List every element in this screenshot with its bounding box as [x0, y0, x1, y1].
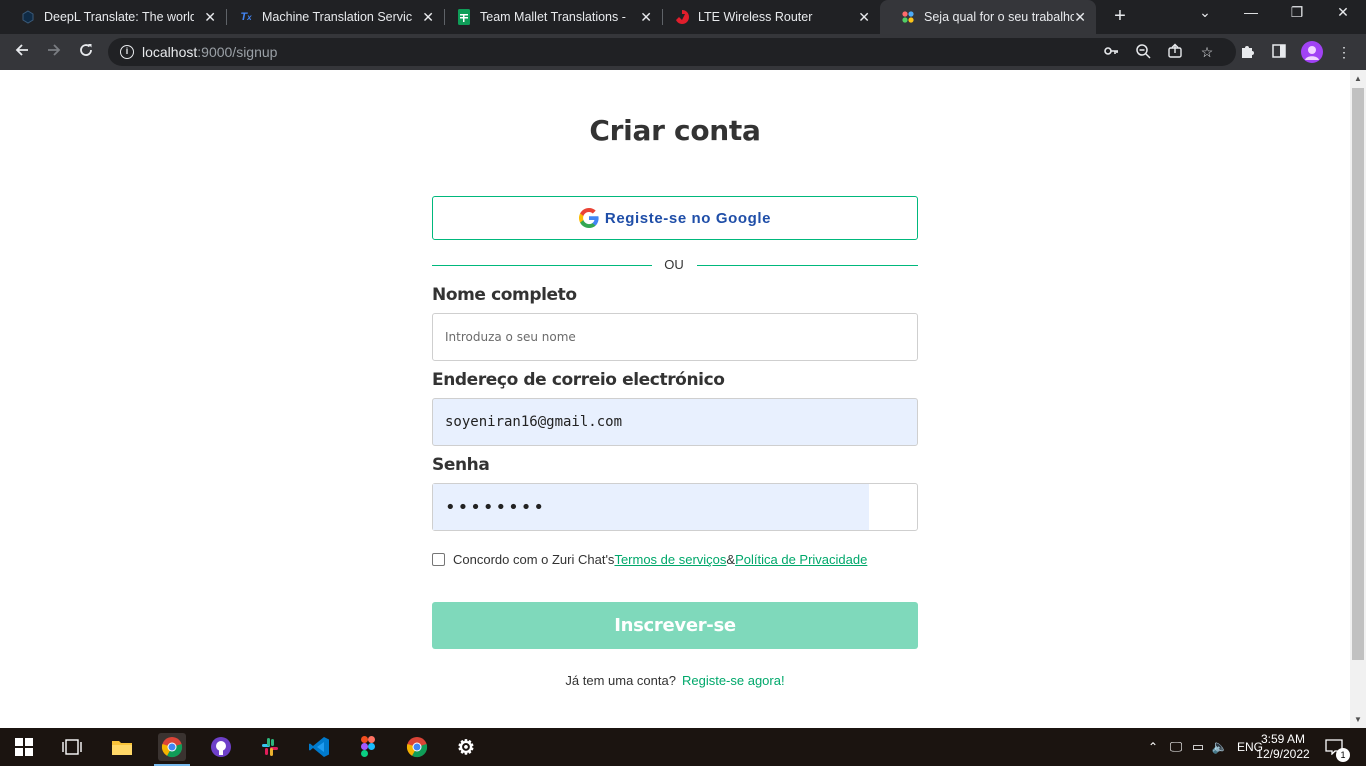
page-scrollbar[interactable]: ▲ ▼: [1350, 70, 1366, 728]
email-label: Endereço de correio electrónico: [432, 370, 725, 390]
windows-taskbar: ⚙ ⌃ 🖵 ▭ 🔈 ENG 3:59 AM 12/9/2022 1: [0, 728, 1366, 766]
terms-checkbox[interactable]: [432, 553, 445, 566]
address-bar[interactable]: i localhost:9000/signup: [108, 38, 1236, 66]
scroll-up-arrow-icon[interactable]: ▲: [1354, 74, 1362, 83]
clock-time: 3:59 AM: [1260, 732, 1306, 746]
tab-title: Team Mallet Translations - Go: [480, 10, 630, 24]
notification-icon[interactable]: 1: [1322, 728, 1350, 766]
tab-search-icon[interactable]: ⌄: [1193, 4, 1217, 21]
close-window-button[interactable]: ✕: [1331, 4, 1355, 21]
login-prompt: Já tem uma conta? Registe-se agora!: [0, 673, 1350, 688]
terms-ampersand: &: [726, 552, 736, 567]
or-separator: OU: [664, 257, 684, 272]
email-input[interactable]: [433, 399, 917, 445]
password-input[interactable]: [433, 484, 917, 530]
signup-submit-button[interactable]: Inscrever-se: [432, 602, 918, 649]
translate-icon: Tx: [240, 11, 252, 23]
profile-avatar[interactable]: [1301, 41, 1323, 63]
forward-arrow-icon[interactable]: [43, 41, 65, 63]
tray-overflow-icon[interactable]: ⌃: [1145, 740, 1161, 754]
new-tab-button[interactable]: +: [1110, 6, 1130, 26]
divider-left: [432, 265, 652, 266]
task-view-icon[interactable]: [58, 733, 86, 761]
minimize-button[interactable]: —: [1239, 4, 1263, 20]
zoom-out-icon[interactable]: [1134, 43, 1152, 61]
sheets-icon: [456, 9, 472, 25]
share-icon[interactable]: [1166, 43, 1184, 61]
url-text: localhost:9000/signup: [142, 44, 278, 60]
extensions-puzzle-icon[interactable]: [1238, 43, 1256, 61]
google-signup-button[interactable]: Registe-se no Google: [432, 196, 918, 240]
network-icon[interactable]: 🖵: [1165, 739, 1187, 755]
google-button-label: Registe-se no Google: [604, 209, 772, 227]
back-arrow-icon[interactable]: [11, 41, 33, 63]
close-tab-icon[interactable]: ✕: [858, 9, 870, 26]
reload-icon[interactable]: [75, 41, 97, 63]
github-desktop-icon[interactable]: [207, 733, 235, 761]
bookmark-star-icon[interactable]: ☆: [1198, 43, 1216, 61]
chrome-profile-icon[interactable]: [403, 733, 431, 761]
tab-zuri-active[interactable]: Seja qual for o seu trabalho, f ✕: [880, 0, 1096, 34]
zuri-icon: [900, 9, 916, 25]
slack-icon[interactable]: [256, 733, 284, 761]
tab-title: Seja qual for o seu trabalho, f: [924, 10, 1074, 24]
terms-text: Concordo com o Zuri Chat's: [453, 552, 615, 567]
battery-icon[interactable]: ▭: [1187, 739, 1209, 755]
file-explorer-icon[interactable]: [108, 733, 136, 761]
signup-page: Criar conta Registe-se no Google OU Nome…: [0, 70, 1350, 728]
terms-row: Concordo com o Zuri Chat's Termos de ser…: [432, 552, 867, 567]
password-label: Senha: [432, 455, 490, 475]
name-field[interactable]: [432, 313, 918, 361]
chrome-icon[interactable]: [154, 733, 190, 766]
restore-button[interactable]: ❐: [1285, 4, 1309, 21]
google-logo-icon: [578, 208, 599, 228]
tab-team-mallet[interactable]: Team Mallet Translations - Go ✕: [436, 0, 662, 34]
notification-badge: 1: [1336, 748, 1350, 762]
password-field[interactable]: [432, 483, 918, 531]
system-tray: ⌃ 🖵 ▭ 🔈 ENG: [1145, 728, 1265, 766]
name-label: Nome completo: [432, 285, 577, 305]
browser-toolbar: i localhost:9000/signup ☆ ⋮: [0, 34, 1366, 70]
divider-right: [697, 265, 918, 266]
scroll-down-arrow-icon[interactable]: ▼: [1354, 715, 1362, 724]
email-field[interactable]: [432, 398, 918, 446]
side-panel-icon[interactable]: [1270, 43, 1288, 61]
have-account-text: Já tem uma conta?: [565, 673, 676, 688]
tab-title: DeepL Translate: The world's: [44, 10, 194, 24]
terms-of-service-link[interactable]: Termos de serviços: [614, 552, 726, 567]
clock-date: 12/9/2022: [1256, 747, 1310, 761]
figma-icon[interactable]: [354, 733, 382, 761]
deepl-icon: [20, 9, 36, 25]
settings-icon[interactable]: ⚙: [452, 733, 480, 761]
page-title: Criar conta: [589, 114, 761, 147]
vscode-icon[interactable]: [305, 733, 333, 761]
tab-title: Machine Translation Service |: [262, 10, 412, 24]
tab-lte-router[interactable]: LTE Wireless Router ✕: [654, 0, 880, 34]
more-menu-icon[interactable]: ⋮: [1335, 43, 1353, 61]
tab-title: LTE Wireless Router: [698, 10, 813, 24]
router-icon: [674, 9, 690, 25]
windows-start-icon[interactable]: [10, 733, 38, 761]
clock[interactable]: 3:59 AM 12/9/2022: [1252, 728, 1314, 766]
browser-tabstrip: DeepL Translate: The world's ✕ Tx Machin…: [0, 0, 1366, 34]
tab-deepl[interactable]: DeepL Translate: The world's ✕: [0, 0, 226, 34]
close-tab-icon[interactable]: ✕: [422, 9, 434, 26]
tab-machine-translation[interactable]: Tx Machine Translation Service | ✕: [218, 0, 444, 34]
close-tab-icon[interactable]: ✕: [640, 9, 652, 26]
site-info-icon[interactable]: i: [120, 45, 134, 59]
scrollbar-thumb[interactable]: [1352, 88, 1364, 660]
name-input[interactable]: [433, 314, 917, 360]
register-now-link[interactable]: Registe-se agora!: [682, 673, 785, 688]
volume-icon[interactable]: 🔈: [1209, 739, 1231, 755]
privacy-policy-link[interactable]: Política de Privacidade: [735, 552, 867, 567]
key-icon[interactable]: [1102, 43, 1120, 61]
close-tab-icon[interactable]: ✕: [204, 9, 216, 26]
close-tab-icon[interactable]: ✕: [1074, 9, 1086, 26]
